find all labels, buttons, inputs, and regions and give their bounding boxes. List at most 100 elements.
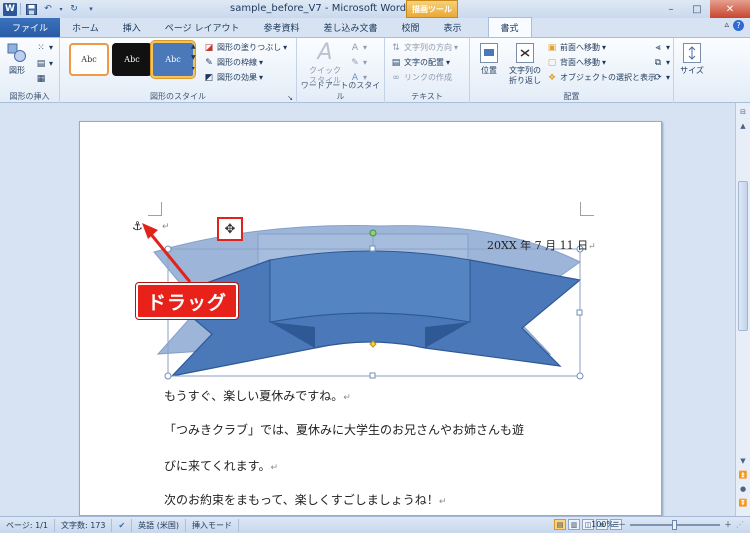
shape-effects-label: 図形の効果 [217,73,257,82]
tab-references[interactable]: 参考資料 [251,18,311,37]
text-outline-button[interactable]: ✎ ▾ [349,57,367,68]
resize-grip-icon[interactable]: ⋰ [736,520,744,529]
wordart-a-icon: A [317,40,333,65]
scrollbar-thumb[interactable] [738,181,748,331]
minimize-ribbon-icon[interactable]: ▵ [724,20,729,31]
align-text-button[interactable]: ▤ 文字の配置 ▾ [390,57,450,68]
paragraph-mark: ↵ [438,497,447,507]
text-fill-icon: A [351,42,359,53]
shape-fill-button[interactable]: ◪ 図形の塗りつぶし ▾ [203,42,287,53]
word-app-icon[interactable]: W [3,2,17,16]
zoom-out-icon[interactable]: － [618,519,626,530]
quick-styles-label-1: クイック [309,66,341,75]
wrap-text-button[interactable]: 文字列の 折り返し [506,42,544,86]
status-page[interactable]: ページ: 1/1 [0,518,55,532]
line-4-text: 次のお約束をまもって、楽しくすごしましょうね！ [164,493,439,507]
document-line-1[interactable]: もうすぐ、楽しい夏休みですね。↵ [164,387,351,404]
next-page-icon[interactable]: ⏬ [736,497,750,509]
zoom-slider-track[interactable] [630,519,720,530]
group-label-insert-shapes: 図形の挿入 [9,92,50,101]
close-button[interactable]: ✕ [710,0,750,18]
document-line-3[interactable]: びに来てくれます。↵ [164,457,278,474]
zoom-slider-knob[interactable] [672,519,677,530]
proofing-icon[interactable]: ✔ [112,518,133,532]
shape-effects-button[interactable]: ◩ 図形の効果 ▾ [203,72,263,83]
customize-qat-icon[interactable]: ▾ [84,3,98,16]
undo-dropdown-icon[interactable]: ▾ [58,3,64,16]
shape-style-outline-orange[interactable]: Abc [69,43,109,76]
zoom-level[interactable]: 100% [591,520,614,529]
selection-pane-button[interactable]: ❖ オブジェクトの選択と表示 [546,72,656,83]
edit-shape-button[interactable]: ⁙ ▾ [35,42,53,53]
group-wordart-styles: A クイック スタイル A ▾ ✎ ▾ A ▾ ワードアートのスタイル [297,38,385,104]
shape-style-blue-selected[interactable]: Abc [150,40,196,79]
align-icon: ⫷ [655,42,661,53]
tab-insert[interactable]: 挿入 [111,18,153,37]
window-title: sample_before_V7 - Microsoft Word [230,3,407,14]
align-text-label: 文字の配置 [404,58,444,67]
ruler-area [0,103,735,113]
shapes-button[interactable]: 図形 [4,42,30,76]
maximize-button[interactable]: □ [684,0,710,18]
bring-forward-button[interactable]: ▣ 前面へ移動 ▾ [546,42,606,53]
line-2-text: 「つみきクラブ」では、夏休みに大学生のお兄さんやお姉さんも遊 [164,423,525,437]
anchor-icon[interactable]: ⚓ [132,219,143,233]
group-label-wordart: ワードアートのスタイル [300,81,381,101]
tab-file[interactable]: ファイル [0,18,61,37]
tab-view[interactable]: 表示 [432,18,474,37]
shape-grid-icon: ▦ [36,73,46,84]
position-button[interactable]: 位置 [475,42,503,76]
scroll-up-arrow-icon[interactable]: ▲ [736,120,750,132]
size-label: サイズ [680,66,704,75]
browse-object-icon[interactable]: ● [736,483,750,495]
print-layout-view-icon[interactable]: ▤ [554,519,566,530]
undo-icon[interactable]: ↶ [41,3,55,16]
status-language[interactable]: 英語 (米国) [132,518,186,532]
tab-review[interactable]: 校閲 [389,18,431,37]
document-line-2[interactable]: 「つみきクラブ」では、夏休みに大学生のお兄さんやお姉さんも遊 [164,421,524,438]
tab-mailings[interactable]: 差し込み文書 [311,18,389,37]
qat-divider [20,3,21,15]
full-screen-reading-icon[interactable]: ▥ [568,519,580,530]
scroll-down-arrow-icon[interactable]: ▼ [736,455,750,467]
rotate-button[interactable]: ⟳ ▾ [652,72,670,83]
zoom-in-icon[interactable]: ＋ [724,519,732,530]
text-direction-button[interactable]: ⇅ 文字列の方向 ▾ [390,42,458,53]
tab-home[interactable]: ホーム [60,18,111,37]
tab-format[interactable]: 書式 [487,17,532,37]
shape-outline-button[interactable]: ✎ 図形の枠線 ▾ [203,57,263,68]
size-button[interactable]: サイズ [678,42,706,76]
group-objects-button[interactable]: ⧉ ▾ [652,57,670,68]
grid-button[interactable]: ▦ [35,73,47,84]
textbox-button[interactable]: ▤ ▾ [35,58,53,69]
group-size: サイズ [674,38,710,104]
chevron-down-icon: ▾ [283,43,288,52]
status-insert-mode[interactable]: 挿入モード [186,518,239,532]
shape-style-black[interactable]: Abc [112,43,152,76]
effects-icon: ◩ [204,72,214,83]
document-date: 20XX 年 7 月 11 日↵ [487,237,596,253]
move-handle-icon[interactable]: ✥ [217,217,243,241]
send-backward-button[interactable]: ▢ 背面へ移動 ▾ [546,57,606,68]
prev-page-icon[interactable]: ⏫ [736,469,750,481]
vertical-scrollbar[interactable]: ⊟ ▲ ▼ ⏫ ● ⏬ [735,103,750,516]
send-backward-icon: ▢ [547,57,557,68]
align-button[interactable]: ⫷ ▾ [652,42,670,53]
chevron-down-icon: ▾ [259,58,264,67]
redo-icon[interactable]: ↻ [67,3,81,16]
shape-styles-scroll[interactable]: ▲ ▼ ▾ [191,42,196,73]
minimize-button[interactable]: – [658,0,684,18]
drag-callout-label: ドラッグ [135,282,239,320]
text-fill-button[interactable]: A ▾ [349,42,367,53]
drawing-tools-context-label: 描画ツール [406,0,458,18]
help-icon[interactable]: ? [733,20,744,31]
ruler-toggle-icon[interactable]: ⊟ [736,106,750,118]
dialog-launcher-icon[interactable]: ↘ [287,94,293,102]
status-word-count[interactable]: 文字数: 173 [55,518,113,532]
tab-page-layout[interactable]: ページ レイアウト [153,18,252,37]
save-icon[interactable] [24,3,38,16]
create-link-button[interactable]: ∞ リンクの作成 [390,72,452,83]
document-line-4[interactable]: 次のお約束をまもって、楽しくすごしましょうね！↵ [164,491,446,508]
send-backward-label: 背面へ移動 [560,58,600,67]
shape-fill-label: 図形の塗りつぶし [217,43,282,52]
